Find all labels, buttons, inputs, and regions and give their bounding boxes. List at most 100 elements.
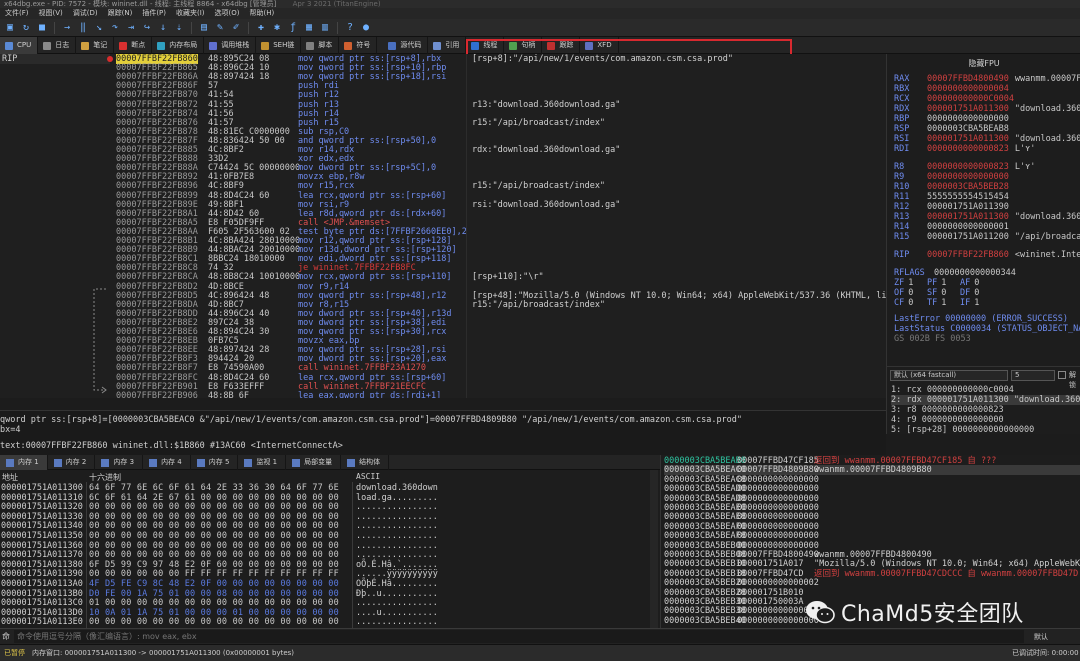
register-value[interactable]: 0000000000000823	[927, 162, 1009, 172]
dump-scrollbar[interactable]	[650, 470, 658, 628]
register-value[interactable]: 000001751A011300	[927, 134, 1009, 144]
trace-into-icon[interactable]: ↓	[156, 21, 170, 35]
tab-1[interactable]: 引用	[428, 37, 467, 54]
dump-hex[interactable]: 4F D5 FE C9 8C 48 E2 0F 00 00 00 00 00 0…	[89, 579, 339, 589]
register-value[interactable]: 0000000000000001	[927, 222, 1009, 232]
pause-icon[interactable]: ‖	[76, 21, 90, 35]
breakpoint-icon[interactable]	[107, 56, 113, 62]
tab-1[interactable]: 日志	[38, 37, 77, 54]
register-row[interactable]: R15 000001751A011200 "/api/broadcast/index…	[894, 232, 1080, 242]
flag-cf[interactable]: CF 0	[894, 298, 913, 308]
dump-hex[interactable]: 00 00 00 00 00 00 00 00 00 00 00 00 00 0…	[89, 502, 339, 512]
tab-8[interactable]: 符号	[339, 37, 378, 54]
register-row[interactable]: RBX 0000000000000004	[894, 84, 1015, 94]
comment-icon[interactable]: ✐	[229, 21, 243, 35]
menu-item[interactable]: 收藏夹(I)	[171, 8, 210, 19]
unlock-checkbox[interactable]	[1058, 371, 1066, 379]
flag-df[interactable]: DF 0	[960, 288, 979, 298]
register-value[interactable]: 0000000000000004	[927, 84, 1009, 94]
fpu-toggle[interactable]: 隐藏FPU	[887, 58, 1080, 69]
dump-tab-1[interactable]: 内存 2	[48, 455, 96, 470]
dump-tab-5[interactable]: 监视 1	[238, 455, 287, 470]
menu-item[interactable]: 视图(V)	[34, 8, 68, 19]
register-value[interactable]: 000000000000C0004	[927, 94, 1014, 104]
argument-count-spinner[interactable]: 5	[1011, 370, 1055, 381]
register-value[interactable]: 0000000000000000	[927, 114, 1009, 124]
register-row[interactable]: R12 000001751A011390	[894, 202, 1015, 212]
tab-6[interactable]: SEH链	[256, 37, 302, 54]
tab-2[interactable]: 笔记	[76, 37, 115, 54]
run-icon[interactable]: →	[60, 21, 74, 35]
flag-sf[interactable]: SF 0	[927, 288, 946, 298]
dump-hex[interactable]: 01 00 00 00 00 00 00 00 00 00 00 00 00 0…	[89, 598, 339, 608]
dump-hex[interactable]: 00 00 00 00 00 00 00 00 00 00 00 00 00 0…	[89, 531, 339, 541]
flag-of[interactable]: OF 0	[894, 288, 913, 298]
menu-item[interactable]: 文件(F)	[0, 8, 34, 19]
dump-hex[interactable]: 6C 6F 61 64 2E 67 61 00 00 00 00 00 00 0…	[89, 493, 339, 503]
register-row[interactable]: R14 0000000000000001	[894, 222, 1015, 232]
help-icon[interactable]: ?	[343, 21, 357, 35]
menu-item[interactable]: 帮助(H)	[245, 8, 280, 19]
dump-tab-6[interactable]: 局部变量	[286, 455, 342, 470]
rflags-value[interactable]: 0000000000000344	[934, 268, 1016, 278]
register-value[interactable]: 000001751A011300	[927, 104, 1009, 114]
dump-hex[interactable]: 00 00 00 00 00 00 00 00 00 00 00 00 00 0…	[89, 512, 339, 522]
register-row[interactable]: RDI 0000000000000823 L'ʏ'	[894, 144, 1035, 154]
register-value[interactable]: 0000000000000823	[927, 144, 1009, 154]
register-value[interactable]: 000001751A011200	[927, 232, 1009, 242]
dump-hex[interactable]: 64 6F 77 6E 6C 6F 61 64 2E 33 36 30 64 6…	[89, 483, 339, 493]
flag-zf[interactable]: ZF 1	[894, 278, 913, 288]
flag-af[interactable]: AF 0	[960, 278, 979, 288]
calc-icon[interactable]: ▥	[318, 21, 332, 35]
step-over-icon[interactable]: ↷	[108, 21, 122, 35]
open-icon[interactable]: ▣	[3, 21, 17, 35]
menu-item[interactable]: 选项(O)	[210, 8, 245, 19]
register-value[interactable]: 0000000000000000	[927, 172, 1009, 182]
command-input[interactable]	[14, 630, 1024, 643]
dump-hex[interactable]: 00 00 00 00 00 00 00 00 00 00 00 00 00 0…	[89, 550, 339, 560]
register-row[interactable]: RCX 000000000000C0004	[894, 94, 1020, 104]
flag-pf[interactable]: PF 1	[927, 278, 946, 288]
disassembly-view[interactable]: RIP 00007FFBF22FB860 48:895C24 08 mov qwor…	[0, 54, 466, 398]
dump-hex[interactable]: D0 FE 00 1A 75 01 00 00 08 00 00 00 00 0…	[89, 589, 339, 599]
dump-tab-7[interactable]: 结构体	[341, 455, 390, 470]
argument-row[interactable]: 3: r8 0000000000000823	[891, 405, 1004, 415]
bookmark-icon[interactable]: ✱	[270, 21, 284, 35]
tab-5[interactable]: 调用堆栈	[204, 37, 257, 54]
dump-tab-3[interactable]: 内存 4	[143, 455, 191, 470]
tab-3[interactable]: 断点	[114, 37, 153, 54]
register-row[interactable]: RSI 000001751A011300 "download.360download…	[894, 134, 1080, 144]
step-into-icon[interactable]: ↘	[92, 21, 106, 35]
register-value[interactable]: 0000003CBA5BEAB8	[927, 124, 1009, 134]
rflags-row[interactable]: RFLAGS 0000000000000344	[894, 268, 1016, 278]
register-row[interactable]: RDX 000001751A011300 "download.360download…	[894, 104, 1080, 114]
register-value[interactable]: 5555555554515454	[927, 192, 1009, 202]
register-row[interactable]: R11 5555555554515454	[894, 192, 1015, 202]
memory-dump[interactable]: 地址 十六进制 ASCII 000001751A011300 64 6F 77 6…	[0, 470, 660, 628]
dump-tab-4[interactable]: 内存 5	[191, 455, 239, 470]
scylla-icon[interactable]: ▤	[197, 21, 211, 35]
register-value[interactable]: 00007FFBF22FB860	[927, 250, 1009, 260]
register-row[interactable]: R13 000001751A011300 "download.360download…	[894, 212, 1080, 222]
script-icon[interactable]: ▦	[302, 21, 316, 35]
argument-row[interactable]: 4: r9 0000000000000000	[891, 415, 1004, 425]
trace-over-icon[interactable]: ⇣	[172, 21, 186, 35]
register-value[interactable]: 00007FFBD4800490	[927, 74, 1009, 84]
argument-row[interactable]: 5: [rsp+28] 0000000000000000	[891, 425, 1034, 434]
command-mode-select[interactable]: 默认	[1034, 632, 1048, 642]
tab-7[interactable]: 脚本	[301, 37, 340, 54]
register-value[interactable]: 000001751A011300	[927, 212, 1009, 222]
tab-4[interactable]: 内存布局	[152, 37, 205, 54]
register-value[interactable]: 0000003CBA5BEB28	[927, 182, 1009, 192]
register-row[interactable]: R8 0000000000000823 L'ʏ'	[894, 162, 1035, 172]
dump-hex[interactable]: 00 00 00 00 00 00 00 00 00 00 00 00 00 0…	[89, 521, 339, 531]
register-row[interactable]: RBP 0000000000000000	[894, 114, 1015, 124]
about-icon[interactable]: ●	[359, 21, 373, 35]
dump-hex[interactable]: 00 00 00 00 00 00 00 00 00 00 00 00 00 0…	[89, 541, 339, 551]
argument-row[interactable]: 2: rdx 000001751A011300 "download.360dow…	[891, 395, 1080, 405]
flag-if[interactable]: IF 1	[960, 298, 979, 308]
register-row[interactable]: R10 0000003CBA5BEB28	[894, 182, 1015, 192]
run-to-user-icon[interactable]: ↪	[140, 21, 154, 35]
dump-hex[interactable]: 00 00 00 00 00 00 FF FF FF FF FF FF FF F…	[89, 569, 339, 579]
menu-item[interactable]: 插件(P)	[137, 8, 171, 19]
